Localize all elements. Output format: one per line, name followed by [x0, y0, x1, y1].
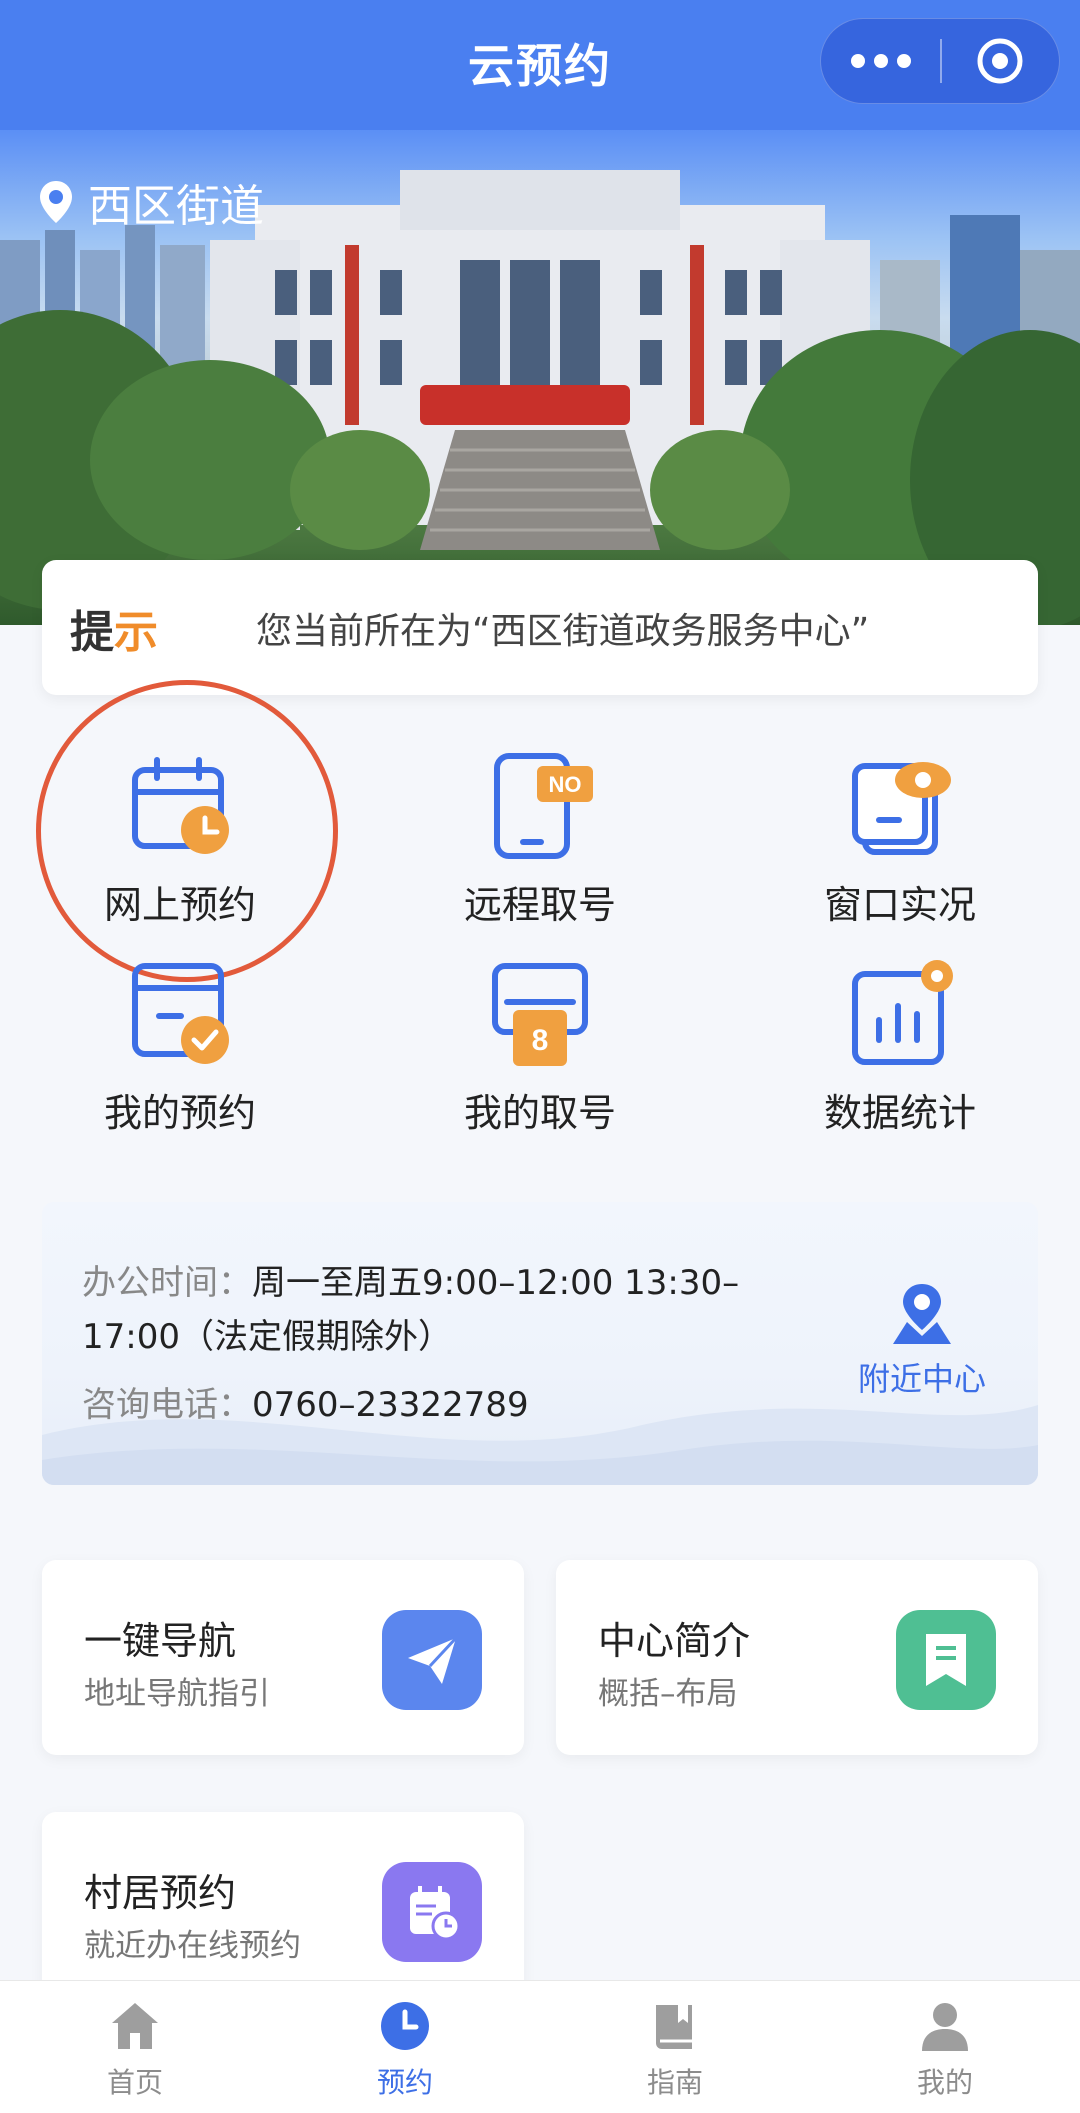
office-hours-label: 办公时间： — [82, 1263, 252, 1303]
bar-chart-icon — [852, 960, 953, 1065]
book-icon — [656, 2005, 692, 2049]
paper-plane-icon — [408, 1636, 458, 1684]
service-title: 村居预约 — [84, 1871, 237, 1915]
service-card-navigation[interactable]: 一键导航 地址导航指引 — [42, 1560, 524, 1755]
service-subtitle: 地址导航指引 — [84, 1676, 270, 1712]
tab-guide[interactable]: 指南 — [540, 1981, 810, 2113]
banner-image: 西区街道 — [0, 130, 1080, 625]
office-hours: 办公时间：周一至周五9:00–12:00 13:30– — [82, 1256, 802, 1310]
tip-card: 提示 您当前所在为“西区街道政务服务中心” — [42, 560, 1038, 695]
user-icon — [922, 2003, 968, 2051]
grid-item-window-live[interactable]: 窗口实况 — [750, 752, 1050, 929]
map-pin-icon — [893, 1284, 951, 1344]
tab-mine[interactable]: 我的 — [810, 1981, 1080, 2113]
service-subtitle: 概括–布局 — [598, 1676, 738, 1712]
phone-ticket-icon: NO — [494, 753, 593, 859]
no-badge-text: NO — [549, 772, 582, 797]
nearby-center-button[interactable]: 附近中心 — [832, 1282, 1012, 1400]
service-icon-bg — [896, 1610, 996, 1710]
service-subtitle: 就近办在线预约 — [84, 1928, 301, 1964]
tab-label: 首页 — [106, 2066, 163, 2099]
location-indicator[interactable]: 西区街道 — [38, 170, 264, 234]
mini-program-capsule — [820, 18, 1060, 104]
grid-item-remote-ticket[interactable]: NO 远程取号 — [390, 752, 690, 929]
clock-icon — [381, 2002, 429, 2050]
service-title: 一键导航 — [84, 1619, 237, 1663]
service-title: 中心简介 — [598, 1619, 751, 1663]
tab-label: 我的 — [916, 2066, 973, 2099]
ticket-number-icon: 8 — [492, 963, 588, 1066]
target-close-icon — [977, 38, 1023, 84]
tab-bar: 首页 预约 指南 我的 — [0, 1980, 1080, 2113]
office-info-card: 办公时间：周一至周五9:00–12:00 13:30– 17:00（法定假期除外… — [42, 1202, 1038, 1485]
tab-booking[interactable]: 预约 — [270, 1981, 540, 2113]
location-pin-icon — [40, 181, 72, 223]
more-dot-icon — [850, 54, 865, 68]
ticket-number-text: 8 — [532, 1024, 549, 1057]
phone-label: 咨询电话： — [82, 1385, 252, 1425]
service-card-village-booking[interactable]: 村居预约 就近办在线预约 — [42, 1812, 524, 2007]
calendar-check-icon — [132, 963, 229, 1064]
grid-item-statistics[interactable]: 数据统计 — [750, 960, 1050, 1137]
tip-label-text: 提示 — [70, 606, 158, 658]
grid-label: 我的预约 — [103, 1091, 256, 1135]
home-icon — [112, 2003, 158, 2049]
tip-text: 您当前所在为“西区街道政务服务中心” — [256, 610, 870, 652]
close-button[interactable] — [942, 18, 1059, 104]
nearby-center-label: 附近中心 — [857, 1360, 986, 1398]
more-dot-icon — [896, 54, 911, 68]
grid-label: 我的取号 — [463, 1091, 616, 1135]
window-eye-icon — [852, 762, 951, 855]
consult-phone: 咨询电话：0760–23322789 — [82, 1378, 802, 1432]
schedule-clock-icon — [410, 1886, 461, 1941]
location-name: 西区街道 — [88, 181, 264, 232]
grid-label: 窗口实况 — [823, 883, 976, 927]
tip-label-accent: 示 — [114, 606, 158, 658]
office-hours-cont: 17:00（法定假期除外） — [82, 1317, 452, 1357]
service-card-introduction[interactable]: 中心简介 概括–布局 — [556, 1560, 1038, 1755]
grid-item-my-booking[interactable]: 我的预约 — [30, 960, 330, 1137]
grid-label: 数据统计 — [823, 1091, 976, 1135]
phone-value[interactable]: 0760–23322789 — [252, 1385, 529, 1425]
more-button[interactable] — [821, 18, 940, 104]
tip-label: 提示 — [70, 596, 220, 660]
grid-item-online-booking[interactable]: 网上预约 — [30, 752, 330, 929]
tab-label: 预约 — [376, 2066, 433, 2099]
more-dot-icon — [873, 54, 888, 68]
grid-label: 网上预约 — [103, 883, 256, 927]
service-icon-bg — [382, 1610, 482, 1710]
navigation-bar: 云预约 — [0, 0, 1080, 130]
tab-home[interactable]: 首页 — [0, 1981, 270, 2113]
bookmark-note-icon — [926, 1634, 966, 1686]
service-icon-bg — [382, 1862, 482, 1962]
grid-label: 远程取号 — [463, 883, 616, 927]
grid-item-my-ticket[interactable]: 8 我的取号 — [390, 960, 690, 1137]
office-hours-value: 周一至周五9:00–12:00 13:30– — [252, 1263, 740, 1303]
calendar-clock-icon — [132, 757, 229, 854]
tab-label: 指南 — [646, 2066, 703, 2099]
